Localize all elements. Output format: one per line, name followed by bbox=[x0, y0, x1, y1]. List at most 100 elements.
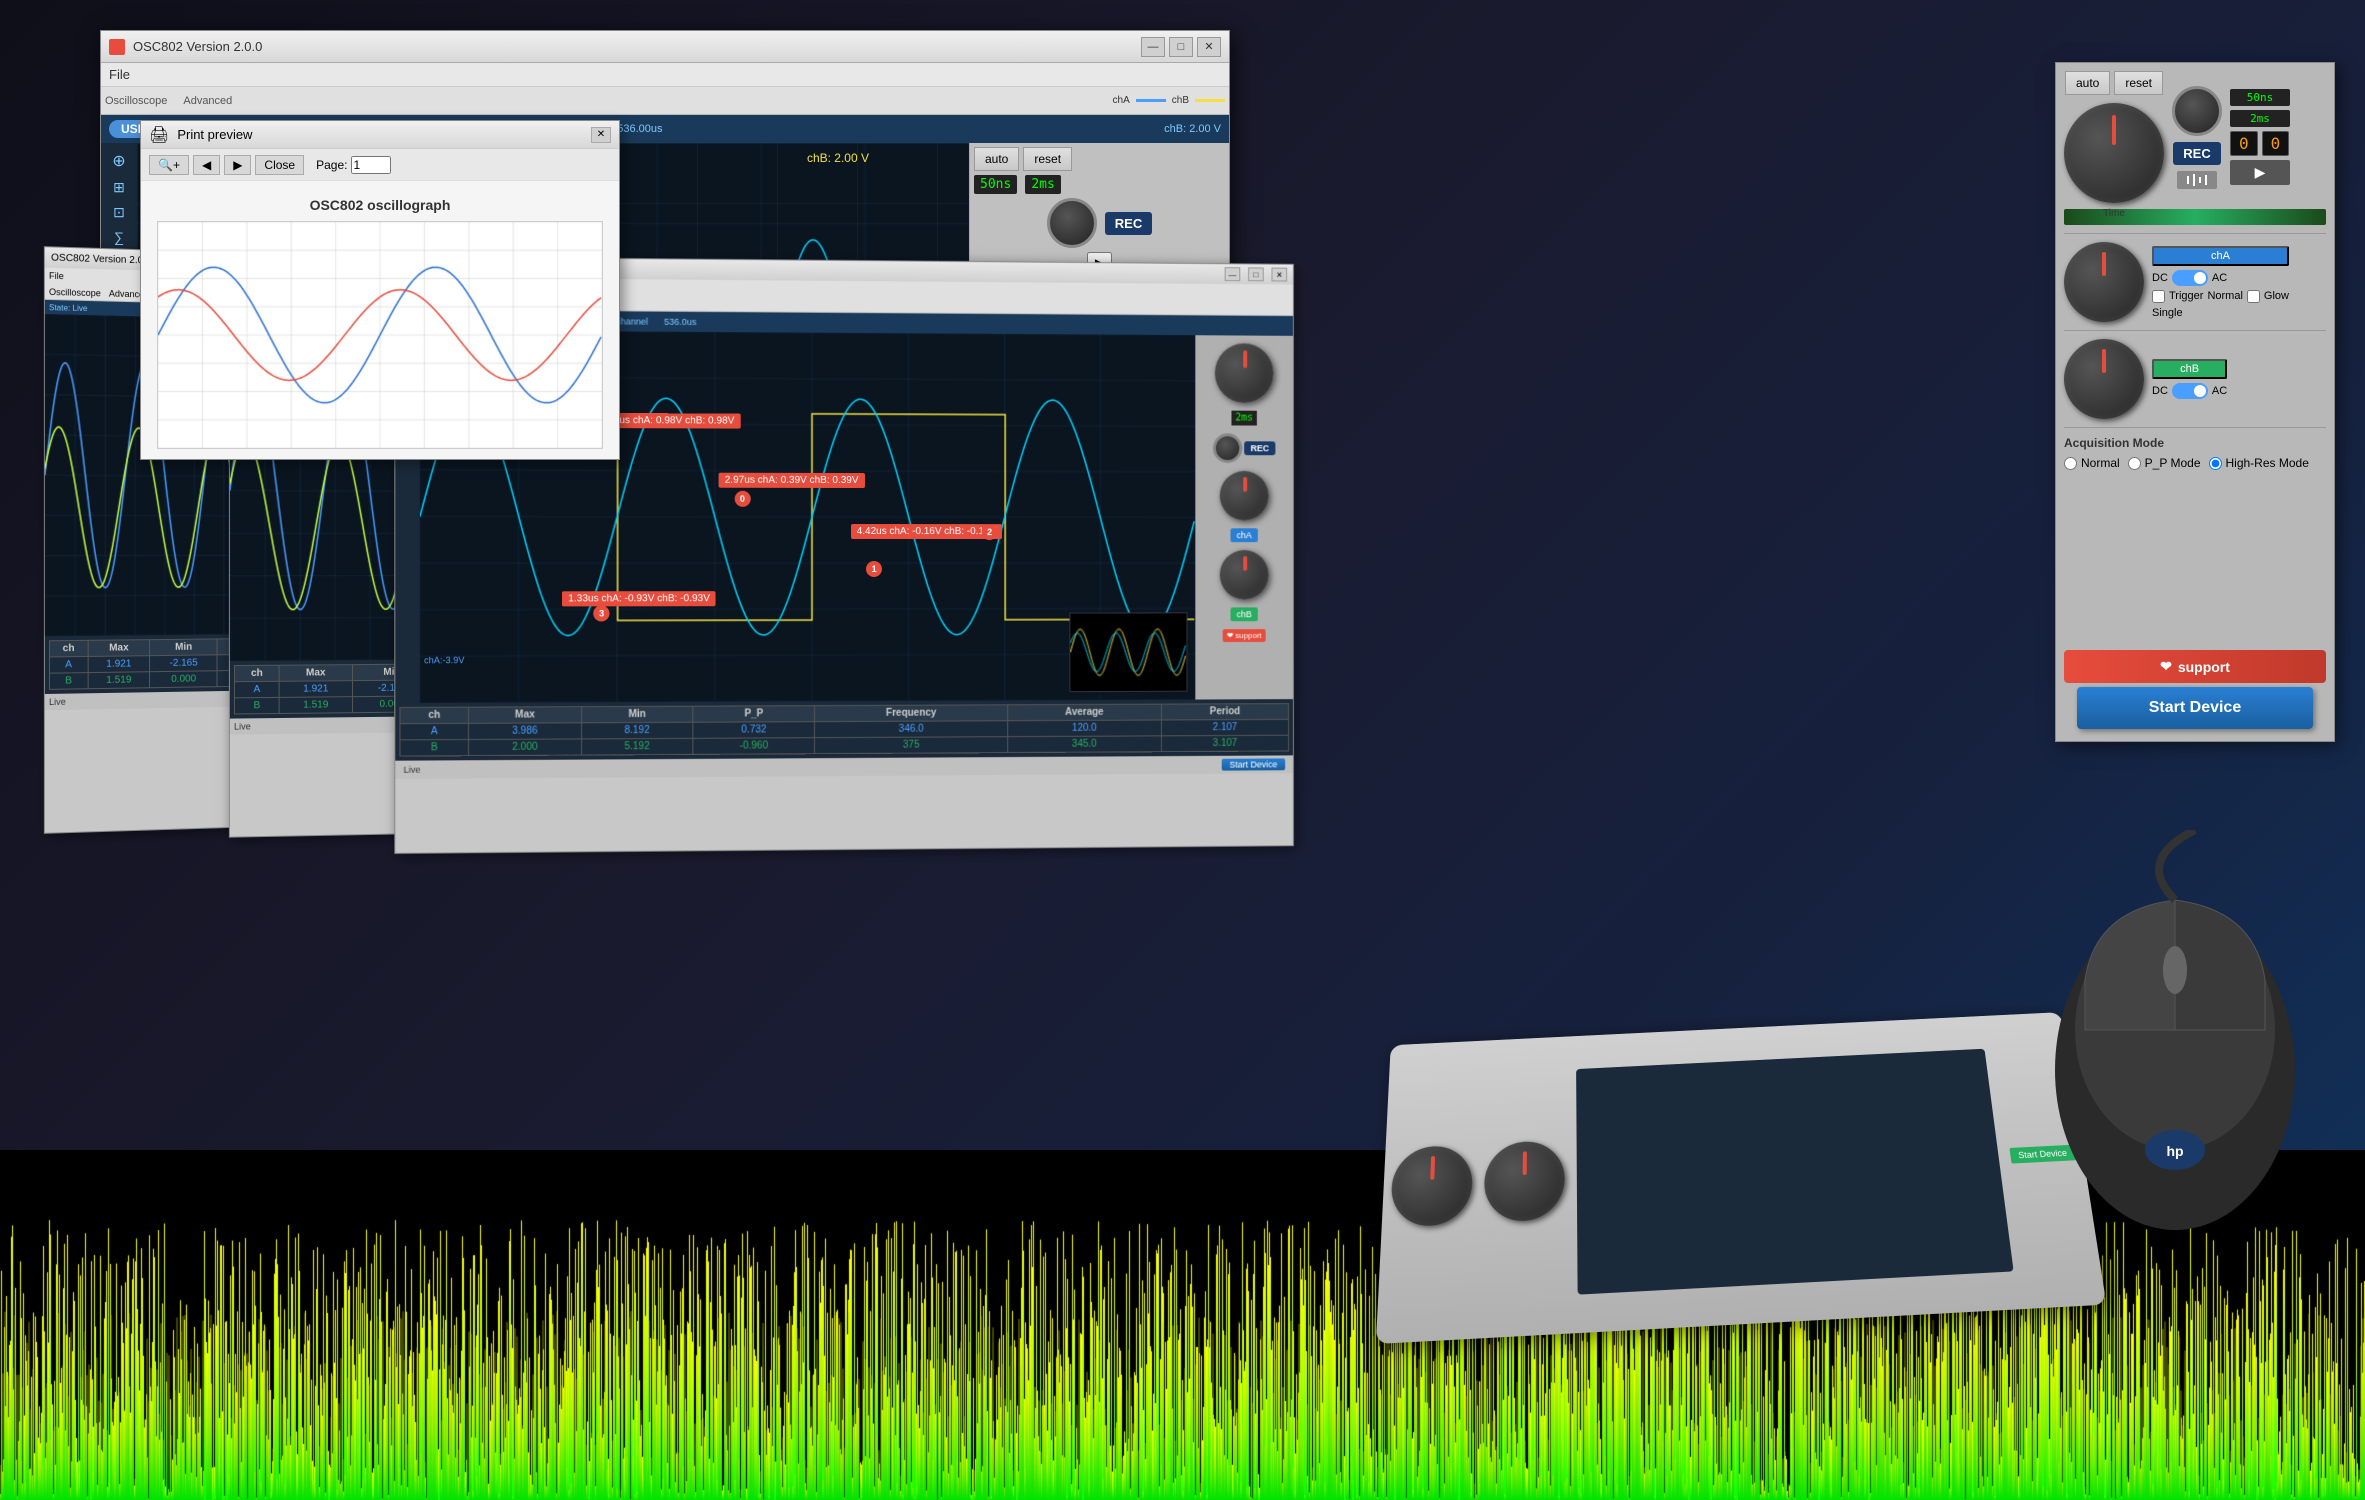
rlp-normal-radio[interactable]: Normal bbox=[2064, 456, 2120, 470]
rlp-rec-dial[interactable] bbox=[2172, 86, 2222, 136]
win3-maximize[interactable]: □ bbox=[1248, 267, 1264, 281]
win1-osc[interactable]: Oscilloscope bbox=[49, 286, 101, 297]
rlp-chb-controls: chB DC AC bbox=[2152, 359, 2227, 399]
cha-line bbox=[1136, 99, 1166, 102]
close-button[interactable]: ✕ bbox=[1197, 37, 1221, 57]
print-icon: 🖨 bbox=[149, 125, 169, 145]
wf-label-3: 1.33us chA: -0.93V chB: -0.93V bbox=[562, 591, 716, 606]
scale-neg4v: chA:-3.9V bbox=[424, 655, 464, 665]
rlp-chb-knob[interactable] bbox=[2064, 339, 2144, 419]
rlp-chb-dc[interactable]: DC bbox=[2152, 385, 2168, 397]
rlp-cha-btn[interactable]: chA bbox=[2152, 246, 2289, 266]
rlp-timebase-2[interactable]: 2ms bbox=[2230, 110, 2290, 127]
rlp-single-row: Single bbox=[2152, 307, 2289, 319]
hw-knob-2[interactable] bbox=[1484, 1140, 1565, 1223]
rlp-chb-ac[interactable]: AC bbox=[2212, 385, 2227, 397]
rlp-rec-label[interactable]: REC bbox=[2173, 142, 2220, 165]
mini-waterfall-canvas bbox=[1070, 613, 1186, 691]
rec-label[interactable]: REC bbox=[1105, 212, 1152, 235]
rlp-counter-section: 0 0 bbox=[2230, 131, 2290, 156]
rlp-chb-toggle[interactable] bbox=[2172, 383, 2208, 399]
rlp-time-knob[interactable]: Time bbox=[2064, 103, 2164, 203]
win3-footer: Live Start Device bbox=[395, 755, 1293, 779]
win3-chb-knob[interactable] bbox=[1220, 550, 1269, 599]
rlp-chb-row: chB DC AC bbox=[2064, 339, 2326, 419]
timebase-1[interactable]: 50ns bbox=[974, 175, 1017, 194]
stat-b-ch: B bbox=[49, 673, 87, 690]
rlp-trigger-check[interactable] bbox=[2152, 290, 2165, 303]
pp-close-button[interactable]: ✕ bbox=[591, 127, 611, 143]
w2-col-ch: ch bbox=[234, 665, 279, 681]
file-menu[interactable]: File bbox=[109, 67, 130, 82]
zoom-icon[interactable]: ⊕ bbox=[112, 151, 125, 171]
cursor-icon[interactable]: ⊞ bbox=[113, 179, 125, 196]
rlp-pp-radio-input[interactable] bbox=[2128, 457, 2141, 470]
minimize-button[interactable]: — bbox=[1141, 37, 1165, 57]
chb-line bbox=[1195, 99, 1225, 102]
rlp-auto-btn[interactable]: auto bbox=[2065, 71, 2110, 95]
mouse-cable bbox=[2159, 830, 2195, 900]
win3-time-knob[interactable] bbox=[1215, 343, 1274, 403]
rlp-chb-btn[interactable]: chB bbox=[2152, 359, 2227, 379]
rlp-highres-radio[interactable]: High-Res Mode bbox=[2209, 456, 2309, 470]
reset-button[interactable]: reset bbox=[1023, 147, 1072, 171]
page-label: Page: bbox=[316, 158, 347, 172]
win3-stat-b: B2.0005.192-0.960375345.03.107 bbox=[400, 735, 1289, 756]
rlp-timebase-1[interactable]: 50ns bbox=[2230, 89, 2290, 106]
win3-start-device[interactable]: Start Device bbox=[1222, 758, 1285, 770]
rlp-normal-radio-input[interactable] bbox=[2064, 457, 2077, 470]
rlp-sep-1 bbox=[2064, 233, 2326, 234]
page-number-input[interactable] bbox=[351, 156, 391, 174]
rlp-cha-ac[interactable]: AC bbox=[2212, 272, 2227, 284]
print-canvas bbox=[158, 222, 602, 448]
rlp-cha-toggle[interactable] bbox=[2172, 270, 2208, 286]
pp-prev-page[interactable]: ◀ bbox=[193, 155, 220, 175]
rlp-acq-group: Normal P_P Mode High-Res Mode bbox=[2064, 456, 2326, 470]
stat-b-max: 1.519 bbox=[88, 672, 150, 689]
rlp-cha-dc[interactable]: DC bbox=[2152, 272, 2168, 284]
rec-section: REC bbox=[974, 198, 1225, 248]
win3-chb-btn[interactable]: chB bbox=[1231, 607, 1258, 621]
rec-button[interactable] bbox=[1047, 198, 1097, 248]
stat-a-ch: A bbox=[49, 656, 87, 673]
rlp-start-device-btn[interactable]: Start Device bbox=[2077, 687, 2313, 729]
win3-cha-btn[interactable]: chA bbox=[1231, 528, 1258, 542]
chb-display-label: chB: 2.00 V bbox=[807, 151, 869, 165]
rlp-trigger-lbl: Trigger bbox=[2169, 290, 2203, 302]
measure-icon[interactable]: ⊡ bbox=[113, 204, 125, 221]
rlp-support-lbl: support bbox=[2178, 659, 2230, 675]
pp-zoom-in[interactable]: 🔍+ bbox=[149, 155, 189, 175]
rlp-glow-check[interactable] bbox=[2247, 290, 2260, 303]
rlp-reset-btn[interactable]: reset bbox=[2114, 71, 2163, 95]
timebase-section: 50ns 2ms bbox=[974, 175, 1225, 194]
rlp-rec-section: REC bbox=[2172, 86, 2222, 189]
rlp-support-btn[interactable]: ❤ support bbox=[2064, 650, 2326, 683]
marker-0: 0 bbox=[734, 491, 750, 507]
win3-support-btn[interactable]: ❤ support bbox=[1223, 629, 1266, 642]
win3-close[interactable]: ✕ bbox=[1272, 268, 1288, 282]
rlp-cha-knob[interactable] bbox=[2064, 242, 2144, 322]
win3-rec-label[interactable]: REC bbox=[1245, 441, 1275, 455]
win3-rec-btn[interactable] bbox=[1213, 433, 1242, 463]
win3-minimize[interactable]: — bbox=[1225, 267, 1241, 281]
advanced-menu[interactable]: Advanced bbox=[183, 95, 232, 107]
timebase-2[interactable]: 2ms bbox=[1025, 175, 1060, 194]
pp-next-page[interactable]: ▶ bbox=[224, 155, 251, 175]
rlp-glow-lbl: Glow bbox=[2264, 290, 2289, 302]
rlp-pp-radio[interactable]: P_P Mode bbox=[2128, 456, 2201, 470]
win1-file[interactable]: File bbox=[49, 271, 64, 282]
oscilloscope-menu[interactable]: Oscilloscope bbox=[105, 95, 167, 107]
rlp-play-btn[interactable]: ▶ bbox=[2230, 160, 2290, 185]
pp-close-btn[interactable]: Close bbox=[255, 155, 304, 175]
window-controls[interactable]: — □ ✕ bbox=[1141, 37, 1221, 57]
maximize-button[interactable]: □ bbox=[1169, 37, 1193, 57]
math-icon[interactable]: ∑ bbox=[114, 229, 124, 245]
col-min: Min bbox=[150, 639, 217, 656]
rlp-timebase-section: 50ns 2ms 0 0 ▶ bbox=[2230, 89, 2290, 185]
rlp-highres-radio-input[interactable] bbox=[2209, 457, 2222, 470]
hw-knob-1[interactable] bbox=[1390, 1144, 1473, 1228]
rlp-normal-lbl[interactable]: Normal bbox=[2207, 290, 2242, 302]
auto-button[interactable]: auto bbox=[974, 147, 1019, 171]
rlp-single-lbl[interactable]: Single bbox=[2152, 307, 2183, 319]
win3-cha-knob[interactable] bbox=[1220, 471, 1269, 521]
